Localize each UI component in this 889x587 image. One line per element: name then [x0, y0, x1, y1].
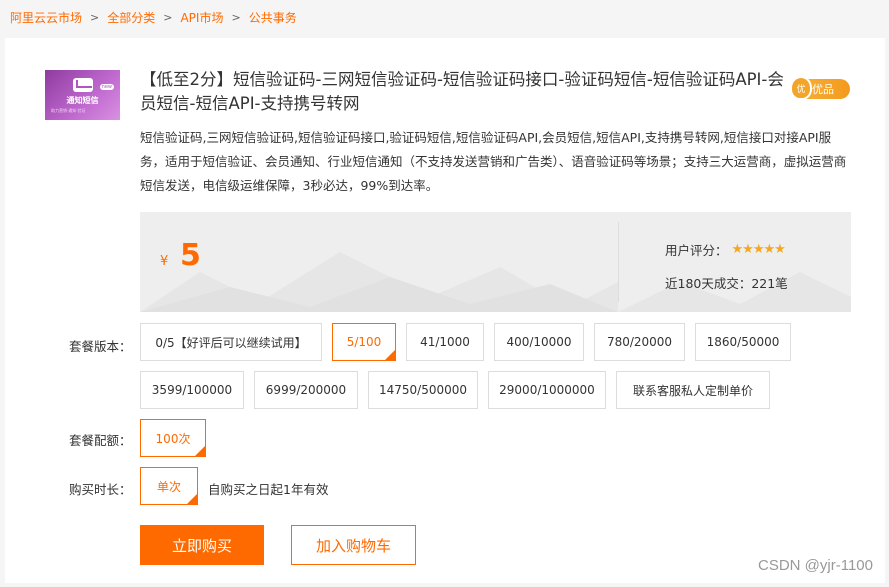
product-description: 短信验证码,三网短信验证码,短信验证码接口,验证码短信,短信验证码API,会员短…	[140, 130, 847, 193]
breadcrumb-separator: >	[90, 11, 100, 24]
package-option-custom[interactable]: 联系客服私人定制单价	[616, 371, 770, 409]
package-option[interactable]: 1860/50000	[695, 323, 791, 361]
medal-icon: 优	[790, 76, 812, 100]
user-rating: 用户评分： ★★★★★	[665, 240, 786, 259]
breadcrumb-item-public-affairs[interactable]: 公共事务	[249, 9, 297, 26]
star-rating-icon: ★★★★★	[731, 242, 786, 257]
watermark: CSDN @yjr-1100	[758, 557, 873, 574]
quality-badge: 优 优品	[790, 76, 850, 100]
package-option[interactable]: 400/10000	[494, 323, 584, 361]
thumbnail-new-tag: new	[99, 84, 114, 90]
package-option[interactable]: 6999/200000	[254, 371, 358, 409]
duration-option-selected[interactable]: 单次	[140, 467, 198, 505]
package-option[interactable]: 780/20000	[594, 323, 685, 361]
validity-note: 自购买之日起1年有效	[208, 482, 329, 497]
package-option[interactable]: 3599/100000	[140, 371, 244, 409]
product-card: new 通知短信 助力营销·通知·验证 【低至2分】短信验证码-三网短信验证码-…	[5, 38, 885, 583]
breadcrumb-separator: >	[231, 11, 241, 24]
envelope-icon	[73, 78, 93, 92]
breadcrumb: 阿里云云市场 > 全部分类 > API市场 > 公共事务	[10, 9, 297, 26]
quota-option-selected[interactable]: 100次	[140, 419, 206, 457]
package-option[interactable]: 14750/500000	[368, 371, 478, 409]
product-title: 【低至2分】短信验证码-三网短信验证码-短信验证码接口-验证码短信-短信验证码A…	[140, 70, 784, 113]
package-option-selected[interactable]: 5/100	[332, 323, 396, 361]
currency-symbol: ¥	[160, 254, 169, 269]
breadcrumb-item-api-market[interactable]: API市场	[180, 9, 223, 26]
thumbnail-title: 通知短信	[66, 96, 99, 105]
buy-now-button[interactable]: 立即购买	[140, 525, 264, 565]
deal-count: 近180天成交：221笔	[665, 276, 788, 291]
breadcrumb-item-aliyun-market[interactable]: 阿里云云市场	[10, 9, 82, 26]
package-quota-label: 套餐配额：	[69, 433, 132, 448]
package-option[interactable]: 41/1000	[406, 323, 484, 361]
purchase-duration-label: 购买时长：	[69, 482, 132, 497]
rating-label: 用户评分：	[665, 243, 728, 258]
package-version-label: 套餐版本：	[69, 339, 132, 354]
thumbnail-subtitle: 助力营销·通知·验证	[51, 108, 86, 113]
product-thumbnail[interactable]: new 通知短信 助力营销·通知·验证	[45, 70, 120, 120]
quality-badge-label: 优品	[812, 83, 834, 96]
price-panel: ¥ 5 用户评分： ★★★★★ 近180天成交：221笔	[140, 212, 851, 312]
price-value: 5	[180, 238, 201, 273]
add-to-cart-button[interactable]: 加入购物车	[291, 525, 416, 565]
package-option[interactable]: 29000/1000000	[488, 371, 606, 409]
breadcrumb-separator: >	[163, 11, 173, 24]
price-divider	[618, 222, 619, 302]
breadcrumb-item-all-categories[interactable]: 全部分类	[107, 9, 155, 26]
package-option[interactable]: 0/5【好评后可以继续试用】	[140, 323, 322, 361]
mountain-background-decoration	[140, 252, 851, 312]
